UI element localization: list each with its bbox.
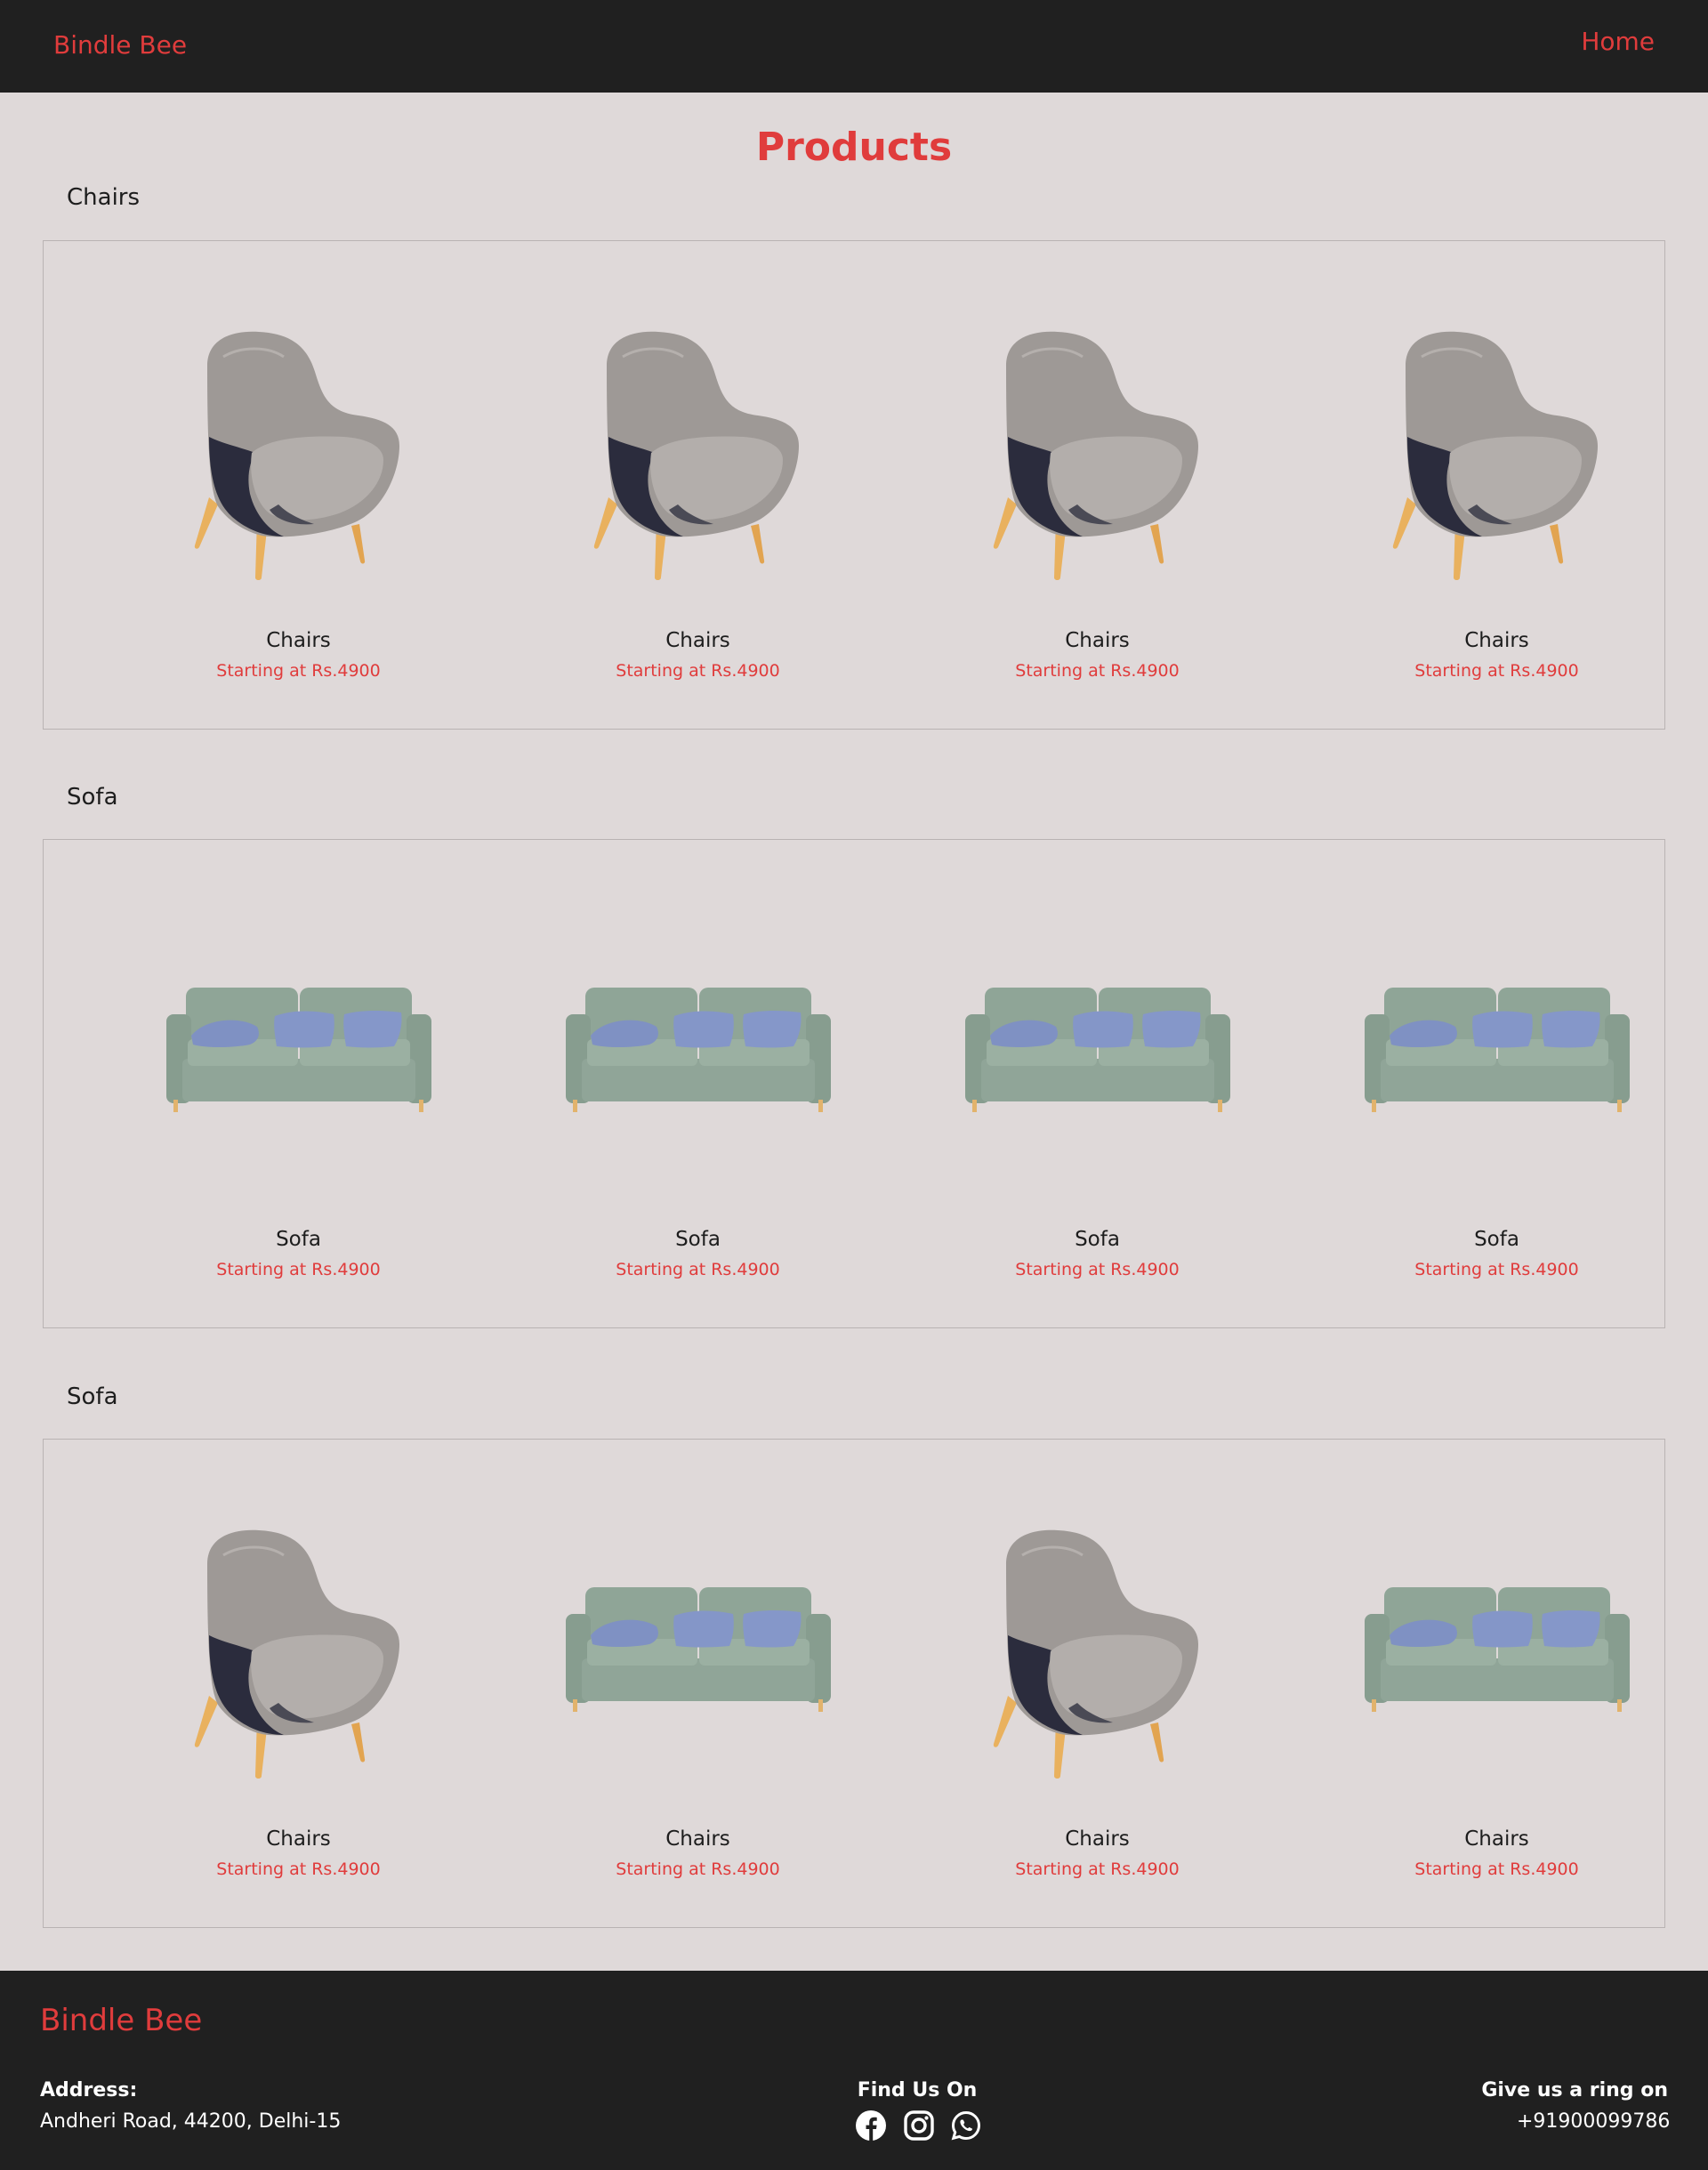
sofa-illustration (565, 1587, 831, 1712)
footer: Bindle Bee Address: Andheri Road, 44200,… (0, 1971, 1708, 2170)
product-card[interactable]: Sofa Starting at Rs.4900 (1297, 840, 1696, 1327)
product-image[interactable] (898, 1502, 1297, 1787)
product-name: Chairs (665, 629, 730, 652)
product-price: Starting at Rs.4900 (216, 1859, 381, 1879)
product-name: Chairs (266, 629, 331, 652)
product-image[interactable] (1297, 303, 1696, 588)
product-price: Starting at Rs.4900 (216, 661, 381, 681)
product-card[interactable]: Chairs Starting at Rs.4900 (898, 241, 1297, 729)
product-image[interactable] (99, 902, 498, 1187)
product-name: Chairs (266, 1827, 331, 1851)
address-label: Address: (40, 2079, 138, 2101)
product-price: Starting at Rs.4900 (1414, 1260, 1579, 1279)
phone-label: Give us a ring on (1481, 2079, 1668, 2101)
product-name: Chairs (1065, 629, 1130, 652)
product-image[interactable] (1297, 902, 1696, 1187)
armchair-illustration (1392, 331, 1598, 580)
product-section: Chairs Starting at Rs.4900 Chairs Starti… (43, 1439, 1665, 1928)
product-image[interactable] (498, 902, 898, 1187)
footer-brand[interactable]: Bindle Bee (40, 2003, 202, 2038)
whatsapp-icon[interactable] (950, 2109, 982, 2142)
product-image[interactable] (99, 303, 498, 588)
product-name: Sofa (675, 1228, 721, 1251)
instagram-icon[interactable] (903, 2109, 935, 2142)
product-image[interactable] (1297, 1502, 1696, 1787)
armchair-illustration (593, 331, 799, 580)
product-name: Sofa (1075, 1228, 1120, 1251)
product-name: Chairs (1464, 629, 1529, 652)
product-price: Starting at Rs.4900 (1414, 661, 1579, 681)
product-card[interactable]: Sofa Starting at Rs.4900 (898, 840, 1297, 1327)
section-heading-sofa: Sofa (67, 784, 118, 811)
brand-logo[interactable]: Bindle Bee (53, 30, 187, 60)
product-section: Sofa Starting at Rs.4900 Sofa Starting a… (43, 839, 1665, 1328)
product-card[interactable]: Chairs Starting at Rs.4900 (99, 1440, 498, 1927)
product-image[interactable] (498, 303, 898, 588)
product-price: Starting at Rs.4900 (1015, 1859, 1180, 1879)
product-name: Sofa (1474, 1228, 1519, 1251)
armchair-illustration (194, 1529, 399, 1779)
section-heading-sofa: Sofa (67, 1383, 118, 1410)
address-value: Andheri Road, 44200, Delhi-15 (40, 2110, 342, 2133)
armchair-illustration (993, 331, 1198, 580)
product-price: Starting at Rs.4900 (216, 1260, 381, 1279)
product-image[interactable] (498, 1502, 898, 1787)
product-section: Chairs Starting at Rs.4900 Chairs Starti… (43, 240, 1665, 730)
sofa-illustration (1364, 1587, 1630, 1712)
product-card[interactable]: Chairs Starting at Rs.4900 (498, 1440, 898, 1927)
product-image[interactable] (898, 902, 1297, 1187)
product-card[interactable]: Sofa Starting at Rs.4900 (99, 840, 498, 1327)
product-price: Starting at Rs.4900 (616, 1859, 780, 1879)
product-card[interactable]: Chairs Starting at Rs.4900 (898, 1440, 1297, 1927)
sofa-illustration (964, 988, 1230, 1112)
product-image[interactable] (99, 1502, 498, 1787)
nav-home-link[interactable]: Home (1581, 27, 1655, 56)
phone-value[interactable]: +91900099786 (1517, 2110, 1670, 2133)
sofa-illustration (1364, 988, 1630, 1112)
sofa-illustration (565, 988, 831, 1112)
facebook-icon[interactable] (855, 2109, 887, 2142)
product-price: Starting at Rs.4900 (1015, 661, 1180, 681)
armchair-illustration (194, 331, 399, 580)
product-image[interactable] (898, 303, 1297, 588)
product-price: Starting at Rs.4900 (1414, 1859, 1579, 1879)
product-card[interactable]: Sofa Starting at Rs.4900 (498, 840, 898, 1327)
product-price: Starting at Rs.4900 (616, 1260, 780, 1279)
sofa-illustration (165, 988, 431, 1112)
navbar: Bindle Bee Home (0, 0, 1708, 93)
section-heading-chairs: Chairs (67, 184, 141, 211)
product-card[interactable]: Chairs Starting at Rs.4900 (498, 241, 898, 729)
product-price: Starting at Rs.4900 (1015, 1260, 1180, 1279)
product-name: Chairs (1464, 1827, 1529, 1851)
armchair-illustration (993, 1529, 1198, 1779)
product-name: Chairs (1065, 1827, 1130, 1851)
page-title: Products (755, 125, 953, 170)
product-card[interactable]: Chairs Starting at Rs.4900 (1297, 1440, 1696, 1927)
find-us-label: Find Us On (857, 2079, 978, 2101)
product-card[interactable]: Chairs Starting at Rs.4900 (99, 241, 498, 729)
product-price: Starting at Rs.4900 (616, 661, 780, 681)
product-card[interactable]: Chairs Starting at Rs.4900 (1297, 241, 1696, 729)
product-name: Chairs (665, 1827, 730, 1851)
product-name: Sofa (276, 1228, 321, 1251)
